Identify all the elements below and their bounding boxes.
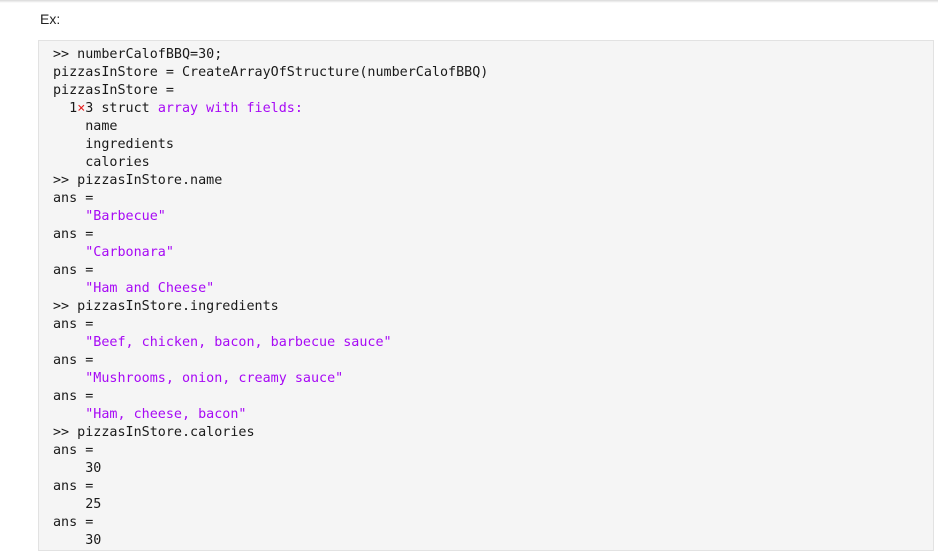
code-line: ingredients (53, 136, 488, 154)
example-label: Ex: (40, 11, 61, 27)
code-text: 30 (85, 461, 102, 476)
code-line: pizzasInStore = (53, 82, 488, 100)
string-value: "Ham and Cheese" (85, 281, 215, 296)
code-line: 1×3 struct array with fields: (53, 100, 488, 118)
code-text: ingredients (85, 137, 174, 152)
code-line: >> pizzasInStore.calories (53, 424, 488, 442)
code-text: ans = (53, 353, 94, 368)
string-value: "Beef, chicken, bacon, barbecue sauce" (85, 335, 392, 350)
code-line: "Ham, cheese, bacon" (53, 406, 488, 424)
code-line: ans = (53, 316, 488, 334)
string-value: "Mushrooms, onion, creamy sauce" (85, 371, 344, 386)
code-line: ans = (53, 478, 488, 496)
code-lines: >> numberCalofBBQ=30; pizzasInStore = Cre… (53, 46, 488, 550)
code-text: ans = (53, 191, 94, 206)
code-line: calories (53, 154, 488, 172)
code-line: ans = (53, 226, 488, 244)
code-line: ans = (53, 262, 488, 280)
code-line: >> numberCalofBBQ=30; (53, 46, 488, 64)
code-text: name (85, 119, 118, 134)
string-value: "Barbecue" (85, 209, 166, 224)
code-text: pizzasInStore = (53, 83, 174, 98)
code-line: ans = (53, 352, 488, 370)
code-text: ans = (53, 443, 94, 458)
code-line: ans = (53, 388, 488, 406)
code-line: "Barbecue" (53, 208, 488, 226)
struct-word: struct (93, 101, 158, 116)
code-text: >> pizzasInStore.ingredients (53, 299, 279, 314)
code-text: 25 (85, 497, 102, 512)
top-shadow (0, 0, 938, 3)
struct-rows: 1 (69, 101, 78, 116)
code-text: ans = (53, 227, 94, 242)
code-output-block: >> numberCalofBBQ=30; pizzasInStore = Cre… (38, 40, 934, 551)
code-text: ans = (53, 515, 94, 530)
code-text: ans = (53, 389, 94, 404)
code-line: >> pizzasInStore.ingredients (53, 298, 488, 316)
code-text: ans = (53, 263, 94, 278)
code-line: "Carbonara" (53, 244, 488, 262)
code-text: 30 (85, 533, 102, 548)
code-line: ans = (53, 190, 488, 208)
code-text: pizzasInStore = CreateArrayOfStructure(n… (53, 65, 489, 80)
string-value: "Carbonara" (85, 245, 174, 260)
code-text: ans = (53, 317, 94, 332)
code-text: ans = (53, 479, 94, 494)
code-line: "Mushrooms, onion, creamy sauce" (53, 370, 488, 388)
code-text: calories (85, 155, 150, 170)
struct-description: array with fields: (157, 101, 303, 116)
code-line: ans = (53, 442, 488, 460)
code-line: "Beef, chicken, bacon, barbecue sauce" (53, 334, 488, 352)
code-text: >> pizzasInStore.calories (53, 425, 255, 440)
code-line: name (53, 118, 488, 136)
code-line: "Ham and Cheese" (53, 280, 488, 298)
code-line: 30 (53, 460, 488, 478)
code-text: >> numberCalofBBQ=30; (53, 47, 223, 62)
string-value: "Ham, cheese, bacon" (85, 407, 247, 422)
code-line: 25 (53, 496, 488, 514)
code-text: >> pizzasInStore.name (53, 173, 223, 188)
code-line: >> pizzasInStore.name (53, 172, 488, 190)
code-line: pizzasInStore = CreateArrayOfStructure(n… (53, 64, 488, 82)
code-line: 30 (53, 532, 488, 550)
code-line: ans = (53, 514, 488, 532)
